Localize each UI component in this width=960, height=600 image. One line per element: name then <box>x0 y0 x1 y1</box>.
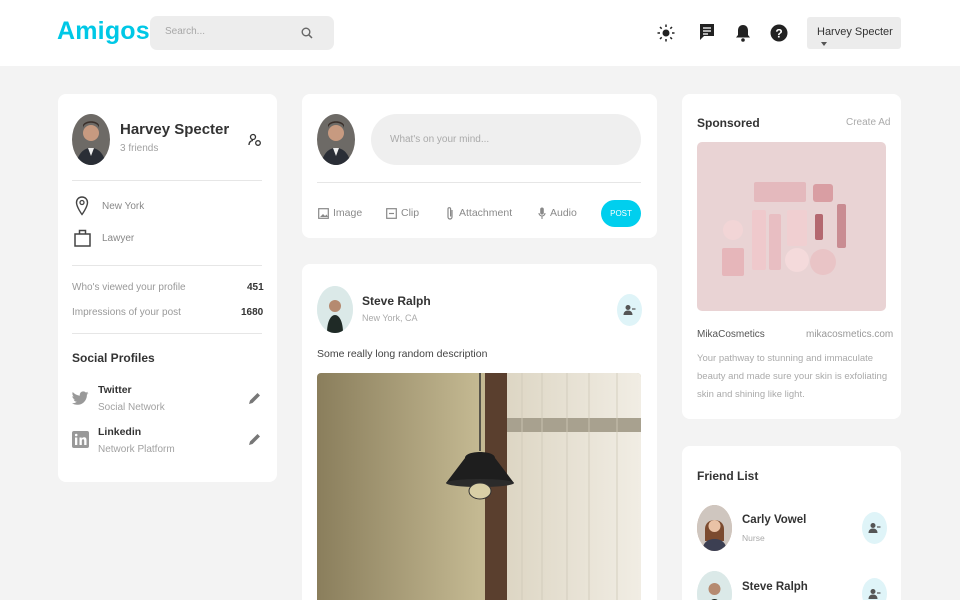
stat-label: Who's viewed your profile <box>72 282 186 293</box>
add-user-icon <box>868 589 881 599</box>
profile-divider <box>72 333 262 334</box>
briefcase-icon <box>74 229 91 247</box>
social-name[interactable]: Linkedin <box>98 426 141 438</box>
stat-value: 451 <box>247 282 264 293</box>
clip-icon <box>386 208 397 219</box>
microphone-icon <box>538 207 546 219</box>
profile-friends-count: 3 friends <box>120 143 159 154</box>
search-placeholder: Search... <box>165 26 206 37</box>
social-type: Network Platform <box>98 444 175 455</box>
attachment-icon <box>447 207 453 220</box>
ad-brand: MikaCosmetics <box>697 329 765 340</box>
stat-value: 1680 <box>241 307 264 318</box>
image-icon <box>318 208 329 219</box>
ad-text-line: skin and shining like light. <box>697 389 805 400</box>
chevron-down-icon <box>821 42 827 47</box>
friend-avatar[interactable] <box>697 505 732 551</box>
profile-divider <box>72 265 262 266</box>
user-menu-label: Harvey Specter <box>817 26 893 38</box>
profile-name[interactable]: Harvey Specter <box>120 121 229 138</box>
post-author-avatar[interactable] <box>317 286 353 333</box>
friend-list-heading: Friend List <box>697 469 759 483</box>
linkedin-icon[interactable] <box>72 431 89 448</box>
post-author-location: New York, CA <box>362 313 418 323</box>
edit-icon[interactable] <box>248 392 261 405</box>
user-menu-button[interactable]: Harvey Specter <box>807 17 901 49</box>
composer-divider <box>317 182 641 183</box>
search-input[interactable]: Search... <box>150 16 334 50</box>
create-ad-link[interactable]: Create Ad <box>846 117 890 128</box>
svg-text:?: ? <box>775 27 782 41</box>
bell-icon[interactable] <box>733 23 753 43</box>
ad-text-line: Your pathway to stunning and immaculate <box>697 353 874 364</box>
attachment-button[interactable]: Attachment <box>459 207 512 219</box>
edit-icon[interactable] <box>248 433 261 446</box>
composer-avatar <box>317 114 355 165</box>
clip-button[interactable]: Clip <box>401 207 419 219</box>
post-author-name[interactable]: Steve Ralph <box>362 294 431 308</box>
friend-role: Nurse <box>742 533 765 543</box>
friend-name[interactable]: Carly Vowel <box>742 514 806 526</box>
help-icon[interactable]: ? <box>769 23 789 43</box>
sun-icon[interactable] <box>656 23 676 43</box>
social-type: Social Network <box>98 402 165 413</box>
add-user-icon <box>868 523 881 533</box>
ad-url[interactable]: mikacosmetics.com <box>806 329 893 340</box>
profile-location: New York <box>102 201 145 212</box>
post-description: Some really long random description <box>317 348 488 360</box>
audio-button[interactable]: Audio <box>550 207 577 219</box>
ad-text-line: beauty and made sure your skin is exfoli… <box>697 371 888 382</box>
post-input-placeholder: What's on your mind... <box>390 134 490 145</box>
social-profiles-heading: Social Profiles <box>72 351 155 365</box>
manage-friends-icon[interactable] <box>248 133 262 147</box>
add-friend-button[interactable] <box>617 294 642 326</box>
post-input[interactable]: What's on your mind... <box>371 114 641 165</box>
twitter-icon[interactable] <box>72 391 89 406</box>
profile-divider <box>72 180 262 181</box>
friend-name[interactable]: Steve Ralph <box>742 581 808 593</box>
post-image[interactable] <box>317 373 641 600</box>
top-navbar: Amigos Search... ? Harvey Specter <box>0 0 960 66</box>
post-button[interactable]: POST <box>601 200 641 227</box>
location-icon <box>75 196 89 216</box>
sponsored-heading: Sponsored <box>697 116 760 130</box>
add-user-icon <box>623 305 636 315</box>
app-logo[interactable]: Amigos <box>57 17 150 46</box>
profile-avatar[interactable] <box>72 114 110 165</box>
social-name[interactable]: Twitter <box>98 384 132 396</box>
image-button[interactable]: Image <box>333 207 362 219</box>
search-icon[interactable] <box>301 27 313 39</box>
stat-label: Impressions of your post <box>72 307 181 318</box>
ad-image[interactable] <box>697 142 886 311</box>
profile-occupation: Lawyer <box>102 233 135 244</box>
friend-action-button[interactable] <box>862 512 887 544</box>
chat-icon[interactable] <box>697 22 717 42</box>
